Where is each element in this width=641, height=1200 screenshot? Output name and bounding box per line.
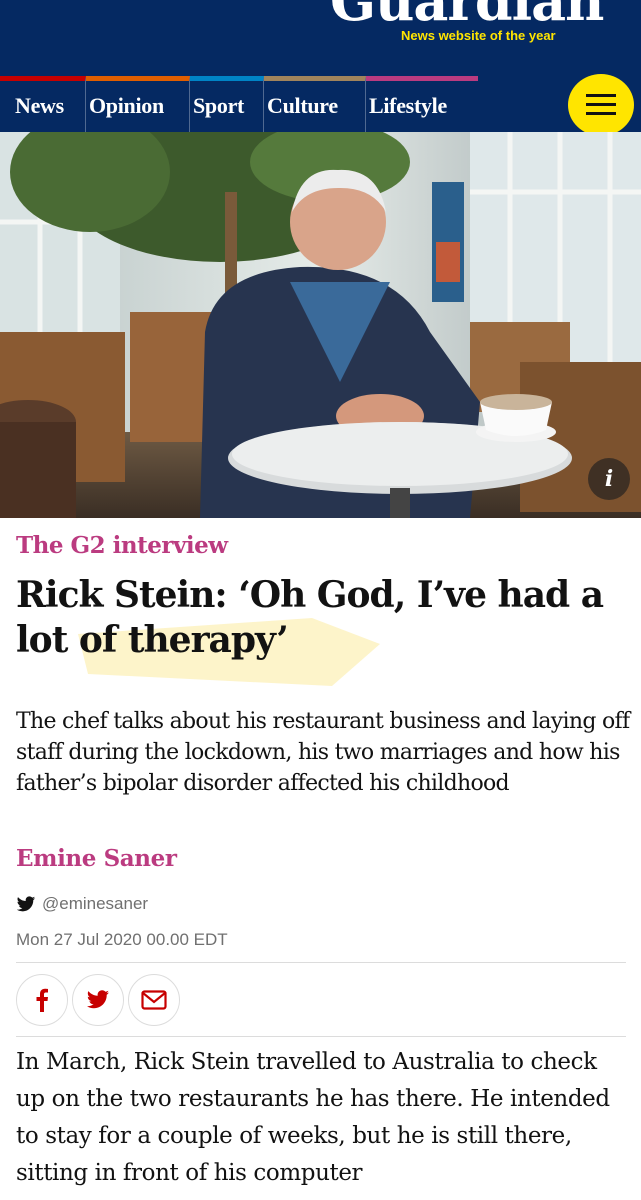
twitter-handle[interactable]: @eminesaner — [42, 894, 148, 914]
nav-news[interactable]: News — [0, 76, 86, 132]
divider — [16, 962, 626, 963]
image-info-button[interactable]: i — [588, 458, 630, 500]
article-body-paragraph: In March, Rick Stein travelled to Austra… — [16, 1049, 610, 1186]
nav-culture[interactable]: Culture — [264, 76, 366, 132]
headline: Rick Stein: ‘Oh God, I’ve had a lot of t… — [16, 574, 604, 661]
email-icon — [141, 990, 167, 1010]
series-kicker[interactable]: The G2 interview — [16, 532, 228, 559]
twitter-icon — [16, 895, 36, 911]
share-email-button[interactable] — [128, 974, 180, 1026]
facebook-icon — [36, 988, 48, 1012]
author-twitter[interactable]: @eminesaner — [16, 894, 148, 914]
byline-author[interactable]: Emine Saner — [16, 845, 177, 872]
standfirst: The chef talks about his restaurant busi… — [16, 709, 630, 796]
menu-button[interactable] — [568, 74, 634, 136]
masthead: Guardian News website of the year — [0, 0, 641, 76]
interview-photo — [0, 132, 641, 518]
nav-lifestyle[interactable]: Lifestyle — [366, 76, 478, 132]
hero-image[interactable]: i — [0, 132, 641, 518]
share-twitter-button[interactable] — [72, 974, 124, 1026]
twitter-icon — [87, 990, 109, 1009]
masthead-tagline: News website of the year — [401, 28, 556, 43]
publish-date: Mon 27 Jul 2020 00.00 EDT — [16, 930, 228, 949]
guardian-logo[interactable]: Guardian — [330, 0, 604, 28]
nav-opinion[interactable]: Opinion — [86, 76, 190, 132]
divider — [16, 1036, 626, 1037]
nav-sport[interactable]: Sport — [190, 76, 264, 132]
pillar-nav: News Opinion Sport Culture Lifestyle — [0, 76, 641, 132]
share-facebook-button[interactable] — [16, 974, 68, 1026]
